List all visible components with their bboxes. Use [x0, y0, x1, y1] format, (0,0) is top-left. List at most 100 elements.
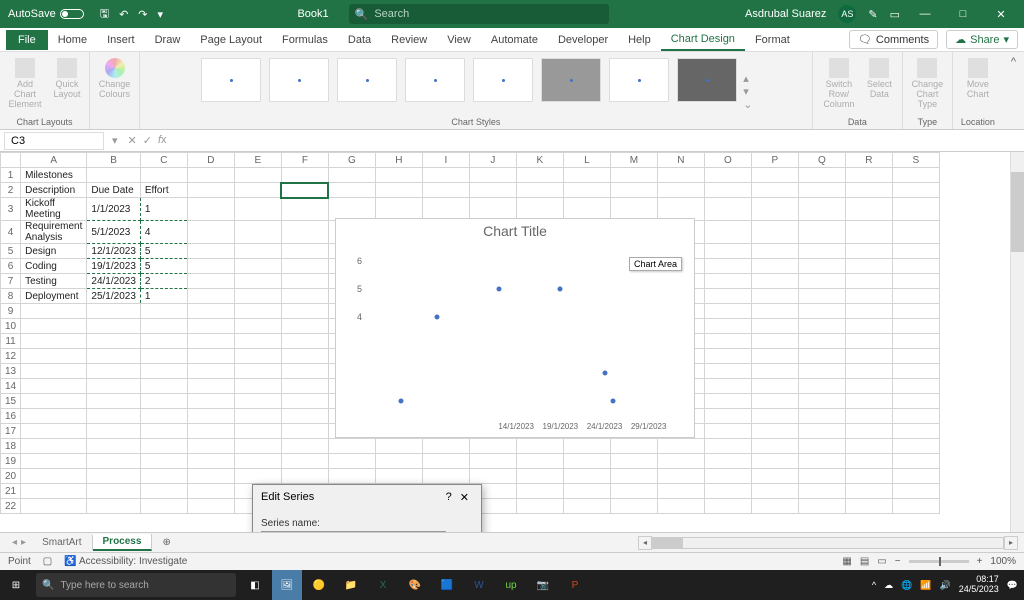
data-point[interactable]	[602, 371, 607, 376]
cell-D22[interactable]	[187, 499, 234, 514]
cell-S12[interactable]	[892, 349, 939, 364]
cell-C5[interactable]: 5	[140, 244, 187, 259]
cell-S20[interactable]	[892, 469, 939, 484]
spreadsheet-grid[interactable]: ABCDEFGHIJKLMNOPQRS1Milestones2Descripti…	[0, 152, 1024, 532]
cell-E8[interactable]	[234, 289, 281, 304]
chart-style-5[interactable]	[473, 58, 533, 102]
cell-A7[interactable]: Testing	[21, 274, 87, 289]
cell-A1[interactable]: Milestones	[21, 168, 87, 183]
cell-K19[interactable]	[516, 454, 563, 469]
cell-A10[interactable]	[21, 319, 87, 334]
cell-R3[interactable]	[845, 198, 892, 221]
cell-C13[interactable]	[140, 364, 187, 379]
cell-C12[interactable]	[140, 349, 187, 364]
cell-E2[interactable]	[234, 183, 281, 198]
next-sheet-icon[interactable]: ▸	[21, 537, 26, 548]
cell-S8[interactable]	[892, 289, 939, 304]
cell-S17[interactable]	[892, 424, 939, 439]
cell-P18[interactable]	[751, 439, 798, 454]
cell-Q2[interactable]	[798, 183, 845, 198]
cell-E18[interactable]	[234, 439, 281, 454]
cell-B11[interactable]	[87, 334, 141, 349]
cell-F18[interactable]	[281, 439, 328, 454]
cell-G2[interactable]	[328, 183, 375, 198]
cell-E5[interactable]	[234, 244, 281, 259]
close-button[interactable]: ✕	[988, 8, 1014, 21]
chart-style-6[interactable]	[541, 58, 601, 102]
series-name-input[interactable]	[261, 531, 446, 532]
chart-style-3[interactable]	[337, 58, 397, 102]
cell-D19[interactable]	[187, 454, 234, 469]
cell-B5[interactable]: 12/1/2023	[87, 244, 141, 259]
tray-cloud-icon[interactable]: ☁	[884, 580, 893, 591]
cell-Q22[interactable]	[798, 499, 845, 514]
scroll-right-icon[interactable]: ▸	[1004, 536, 1018, 550]
cell-P12[interactable]	[751, 349, 798, 364]
cell-F15[interactable]	[281, 394, 328, 409]
cell-K1[interactable]	[516, 168, 563, 183]
styles-up-icon[interactable]: ▴	[743, 72, 752, 85]
cell-Q15[interactable]	[798, 394, 845, 409]
cell-B15[interactable]	[87, 394, 141, 409]
cell-C8[interactable]: 1	[140, 289, 187, 304]
cell-D8[interactable]	[187, 289, 234, 304]
cell-A8[interactable]: Deployment	[21, 289, 87, 304]
zoom-out-icon[interactable]: −	[895, 556, 901, 567]
cell-H20[interactable]	[375, 469, 422, 484]
cell-E12[interactable]	[234, 349, 281, 364]
data-point[interactable]	[611, 399, 616, 404]
cell-O9[interactable]	[704, 304, 751, 319]
cell-B14[interactable]	[87, 379, 141, 394]
cell-A2[interactable]: Description	[21, 183, 87, 198]
cell-I19[interactable]	[422, 454, 469, 469]
cell-C7[interactable]: 2	[140, 274, 187, 289]
cell-R18[interactable]	[845, 439, 892, 454]
cell-F12[interactable]	[281, 349, 328, 364]
cell-D9[interactable]	[187, 304, 234, 319]
cell-G20[interactable]	[328, 469, 375, 484]
user-avatar[interactable]: AS	[838, 5, 856, 23]
zoom-slider[interactable]	[909, 560, 969, 563]
cell-M19[interactable]	[610, 454, 657, 469]
cell-R8[interactable]	[845, 289, 892, 304]
cell-R17[interactable]	[845, 424, 892, 439]
cell-E1[interactable]	[234, 168, 281, 183]
cell-C6[interactable]: 5	[140, 259, 187, 274]
cell-D21[interactable]	[187, 484, 234, 499]
tab-draw[interactable]: Draw	[145, 30, 191, 50]
cell-D18[interactable]	[187, 439, 234, 454]
data-point[interactable]	[496, 287, 501, 292]
cell-N21[interactable]	[657, 484, 704, 499]
cell-J2[interactable]	[469, 183, 516, 198]
cell-E15[interactable]	[234, 394, 281, 409]
cell-P20[interactable]	[751, 469, 798, 484]
cell-B12[interactable]	[87, 349, 141, 364]
task-view-icon[interactable]: ◧	[240, 570, 270, 600]
cell-N22[interactable]	[657, 499, 704, 514]
cell-O20[interactable]	[704, 469, 751, 484]
tab-file[interactable]: File	[6, 30, 48, 50]
cell-A9[interactable]	[21, 304, 87, 319]
cell-Q7[interactable]	[798, 274, 845, 289]
cell-P22[interactable]	[751, 499, 798, 514]
cell-R6[interactable]	[845, 259, 892, 274]
cell-Q1[interactable]	[798, 168, 845, 183]
cell-R19[interactable]	[845, 454, 892, 469]
cell-R9[interactable]	[845, 304, 892, 319]
cell-S7[interactable]	[892, 274, 939, 289]
undo-icon[interactable]: ↶	[119, 8, 128, 21]
cell-C20[interactable]	[140, 469, 187, 484]
cell-Q6[interactable]	[798, 259, 845, 274]
cell-O8[interactable]	[704, 289, 751, 304]
cell-O17[interactable]	[704, 424, 751, 439]
cell-I18[interactable]	[422, 439, 469, 454]
chart-object[interactable]: Chart Title Chart Area 45614/1/202319/1/…	[335, 218, 695, 438]
cell-D5[interactable]	[187, 244, 234, 259]
cell-K2[interactable]	[516, 183, 563, 198]
cell-S14[interactable]	[892, 379, 939, 394]
cell-F1[interactable]	[281, 168, 328, 183]
cell-F17[interactable]	[281, 424, 328, 439]
cell-H2[interactable]	[375, 183, 422, 198]
cell-S22[interactable]	[892, 499, 939, 514]
taskbar-paint-icon[interactable]: 🎨	[400, 570, 430, 600]
